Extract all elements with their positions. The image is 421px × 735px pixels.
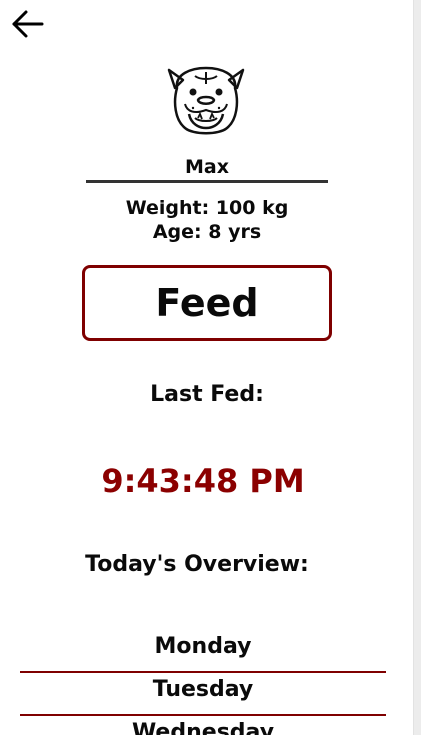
name-divider [86,180,328,183]
day-list: Monday Tuesday Wednesday [20,630,386,735]
last-fed-time: 9:43:48 PM [101,462,305,500]
back-button[interactable] [8,6,48,42]
feed-button[interactable]: Feed [82,265,332,341]
app-screen: Max Weight: 100 kg Age: 8 yrs Feed Last … [0,0,421,735]
overview-title: Today's Overview: [85,552,309,577]
day-item-wednesday[interactable]: Wednesday [20,716,386,735]
pet-age: Age: 8 yrs [152,221,262,243]
last-fed-label: Last Fed: [150,382,264,407]
day-item-monday[interactable]: Monday [20,630,386,673]
arrow-left-icon [12,10,44,38]
pet-weight: Weight: 100 kg [125,197,289,219]
pet-name: Max [185,156,229,178]
dog-face-icon [167,66,245,135]
scrollbar[interactable] [413,0,421,735]
day-item-tuesday[interactable]: Tuesday [20,673,386,716]
